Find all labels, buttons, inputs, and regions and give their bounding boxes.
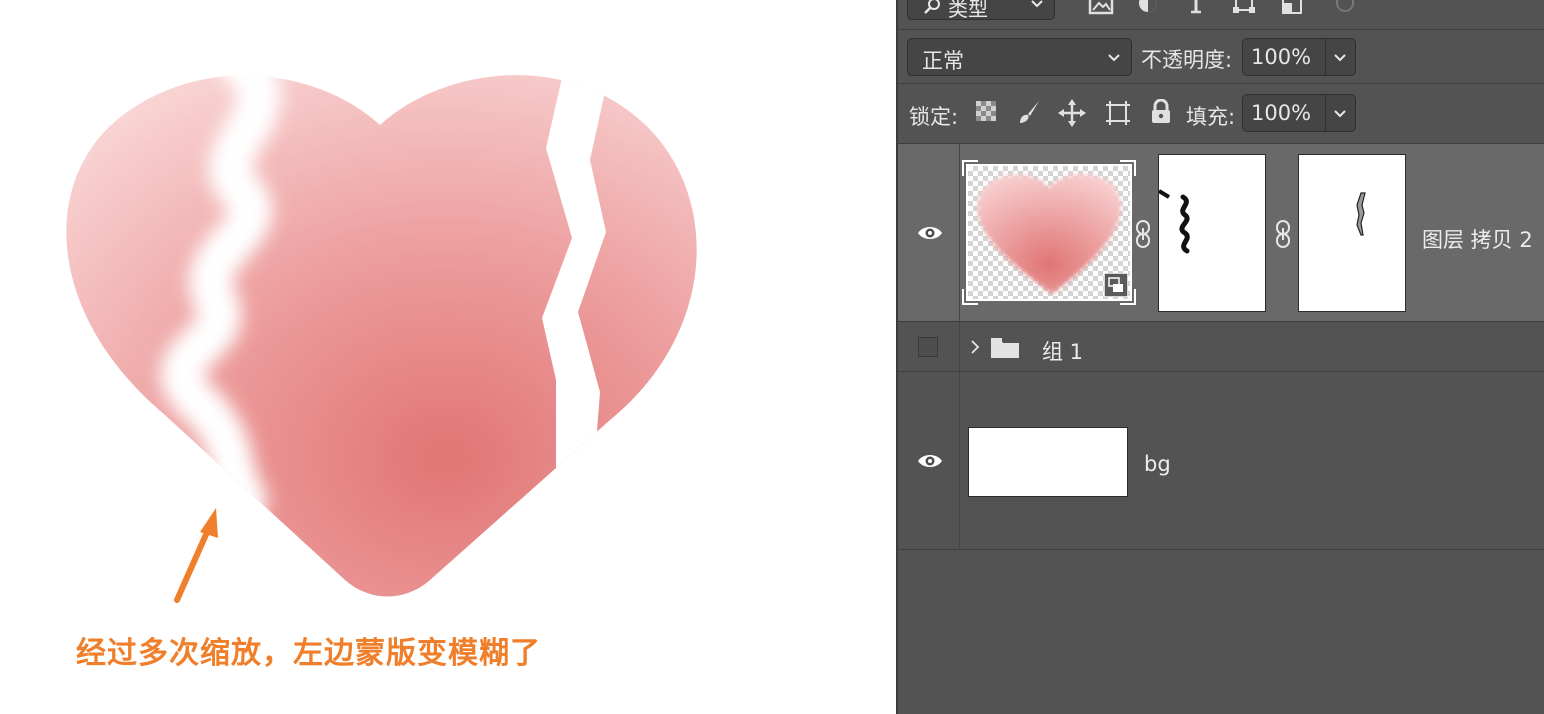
layer-row-group-1[interactable]: 组 1 — [898, 322, 1544, 372]
chevron-right-icon[interactable] — [970, 339, 980, 355]
broken-heart-artwork — [66, 75, 697, 603]
lock-all-icon[interactable] — [1150, 99, 1172, 125]
layer-name[interactable]: bg — [1144, 452, 1171, 476]
lock-artboard-icon[interactable] — [1104, 99, 1132, 127]
fill-field[interactable]: 100% — [1242, 94, 1356, 132]
visibility-column — [898, 144, 960, 321]
type-filter-icon[interactable] — [1186, 0, 1206, 16]
lock-transparent-pixels-icon[interactable] — [974, 99, 998, 123]
document-canvas[interactable]: 经过多次缩放，左边蒙版变模糊了 — [0, 0, 896, 714]
eye-icon[interactable] — [917, 452, 943, 470]
layer-row-copy-2[interactable]: 图层 拷贝 2 — [898, 144, 1544, 322]
layer-thumbnail[interactable] — [968, 427, 1128, 497]
opacity-field[interactable]: 100% — [1242, 38, 1356, 76]
visibility-toggle-off[interactable] — [918, 337, 938, 357]
selection-corner — [962, 289, 978, 305]
layer-name[interactable]: 组 1 — [1042, 336, 1083, 366]
chevron-down-icon — [1108, 54, 1120, 62]
chevron-down-icon[interactable] — [1333, 53, 1347, 63]
layer-mask-thumbnail-1[interactable] — [1158, 154, 1266, 312]
layers-panel: 类型 正常 不透明度: 100% 锁定: 填充: 100% 图层 拷贝 2 组 … — [896, 0, 1544, 714]
lock-fill-row: 锁定: 填充: 100% — [898, 84, 1544, 144]
zigzag-mask-icon — [1159, 189, 1190, 254]
smart-object-filter-icon[interactable] — [1280, 0, 1304, 16]
search-icon — [924, 0, 940, 14]
chevron-down-icon[interactable] — [1333, 109, 1347, 119]
eye-icon[interactable] — [917, 224, 943, 242]
visibility-column — [898, 322, 960, 371]
fill-value: 100% — [1251, 101, 1312, 125]
layer-mask-thumbnail-2[interactable] — [1298, 154, 1406, 312]
selection-corner — [1120, 160, 1136, 176]
fill-label: 填充: — [1186, 105, 1236, 129]
filter-kind-label: 类型 — [948, 0, 988, 21]
layer-filter-row: 类型 — [898, 0, 1544, 30]
selection-corner — [962, 160, 978, 176]
blend-opacity-row: 正常 不透明度: 100% — [898, 30, 1544, 84]
opacity-value: 100% — [1251, 45, 1312, 69]
smart-object-badge-icon — [1104, 273, 1128, 297]
annotation-caption: 经过多次缩放，左边蒙版变模糊了 — [76, 636, 541, 671]
filter-toggle-switch[interactable] — [1336, 0, 1354, 12]
layer-name[interactable]: 图层 拷贝 2 — [1422, 224, 1533, 254]
opacity-divider — [1325, 39, 1326, 75]
mask-link-icon[interactable] — [1134, 220, 1152, 248]
chevron-down-icon — [1031, 0, 1043, 8]
adjustment-filter-icon[interactable] — [1136, 0, 1160, 16]
layer-thumbnail[interactable] — [962, 160, 1136, 305]
opacity-label: 不透明度: — [1141, 48, 1233, 72]
annotation-arrow — [174, 527, 211, 603]
mask-link-icon[interactable] — [1274, 220, 1292, 248]
fill-divider — [1325, 95, 1326, 131]
lightning-mask-icon — [1356, 192, 1366, 236]
filter-kind-dropdown[interactable]: 类型 — [907, 0, 1055, 21]
layer-row-bg[interactable]: bg — [898, 372, 1544, 550]
visibility-column — [898, 372, 960, 549]
blend-mode-value: 正常 — [922, 49, 964, 73]
lock-label: 锁定: — [909, 105, 959, 129]
image-filter-icon[interactable] — [1088, 0, 1114, 16]
shape-filter-icon[interactable] — [1232, 0, 1256, 16]
lock-position-icon[interactable] — [1058, 99, 1086, 127]
blend-mode-dropdown[interactable]: 正常 — [907, 38, 1132, 76]
annotation-arrowhead — [200, 508, 218, 538]
folder-icon — [991, 338, 1019, 358]
lock-image-pixels-icon[interactable] — [1016, 99, 1042, 125]
